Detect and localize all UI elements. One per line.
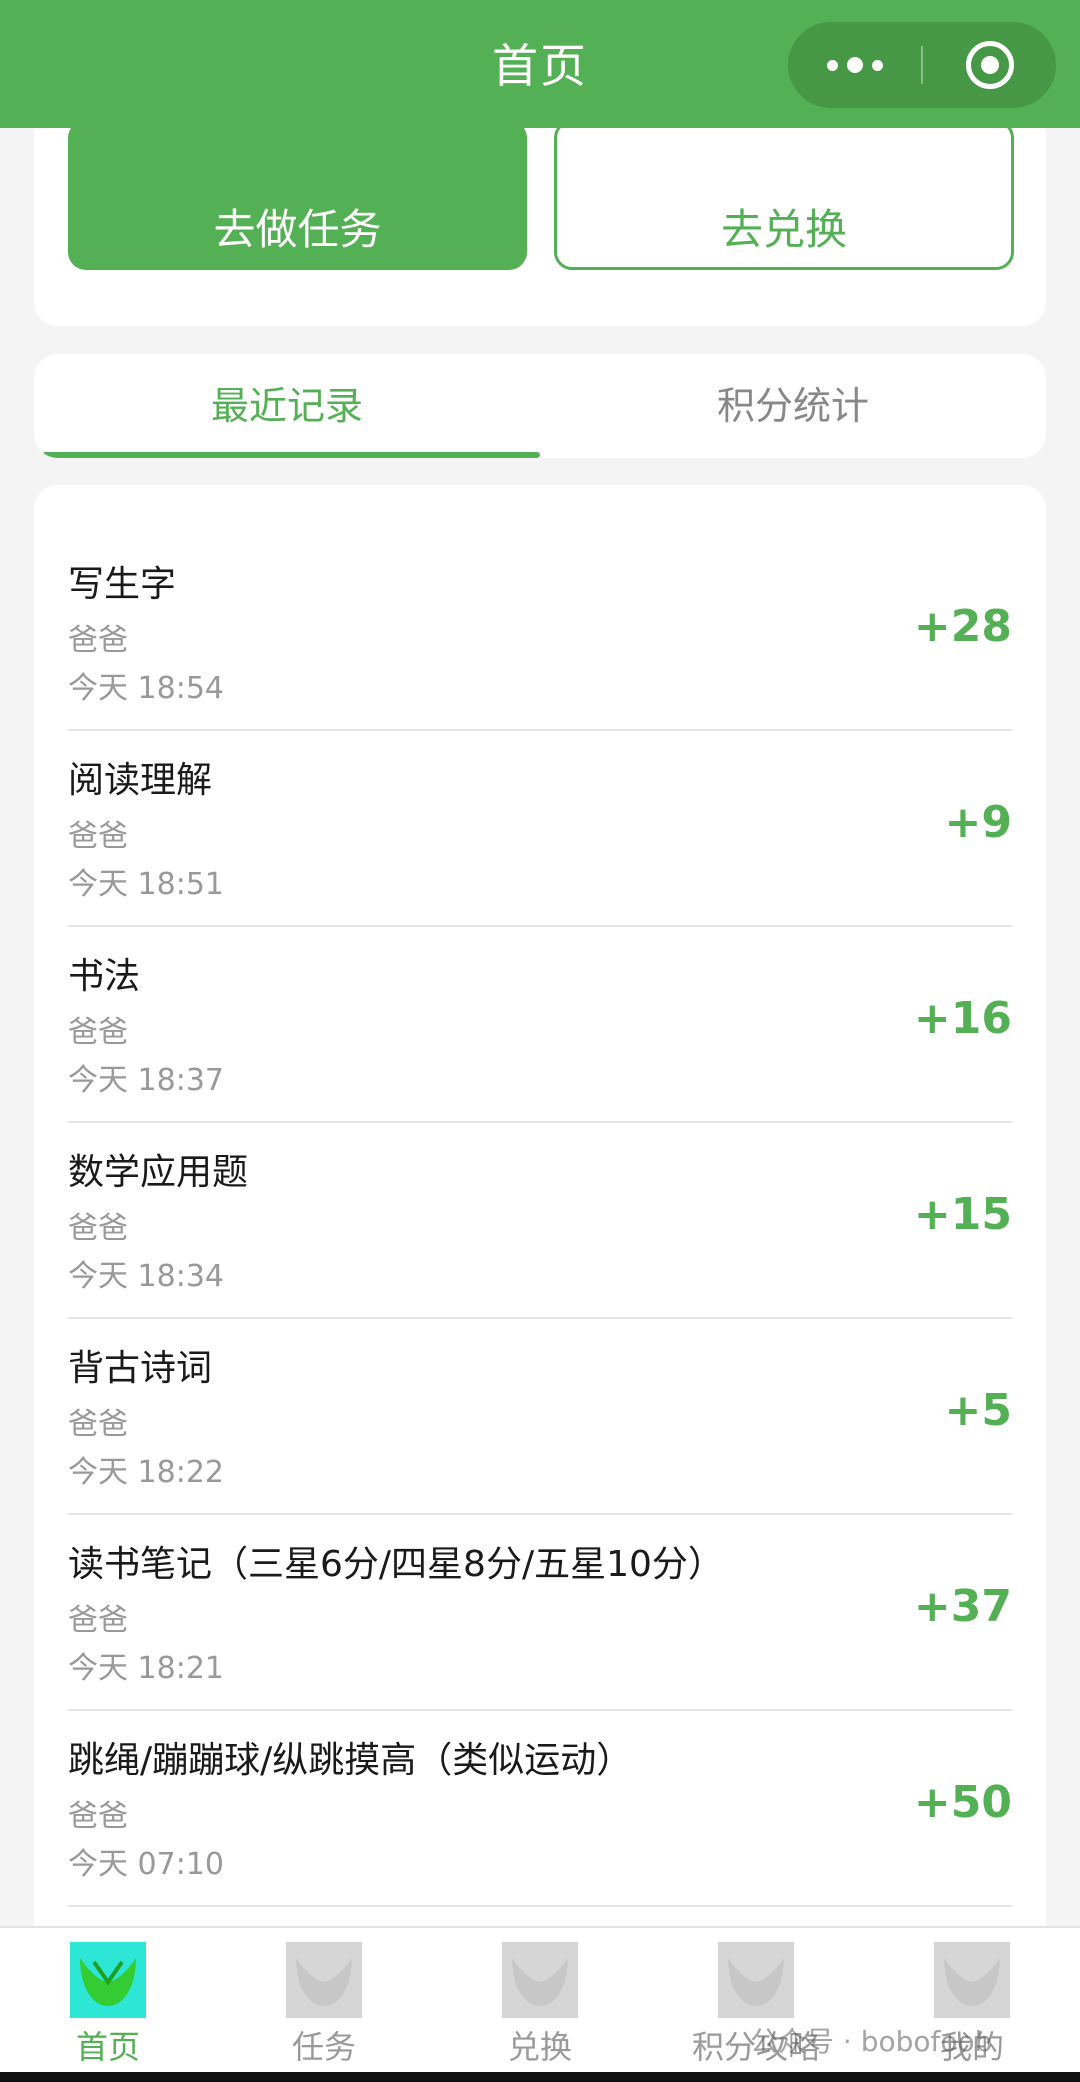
profile-icon xyxy=(934,1942,1010,2018)
nav-label: 首页 xyxy=(75,2028,140,2066)
exchange-icon xyxy=(502,1942,578,2018)
more-menu-button[interactable] xyxy=(788,22,921,108)
more-dots-icon xyxy=(871,59,883,71)
record-recorder: 爸爸 xyxy=(68,1407,128,1442)
record-task-name: 跳绳/蹦蹦球/纵跳摸高（类似运动） xyxy=(68,1740,633,1781)
record-task-name: 数学应用题 xyxy=(68,1152,249,1193)
close-mini-program-button[interactable] xyxy=(923,22,1056,108)
record-row[interactable]: 书法爸爸今天 18:37 +16 xyxy=(68,927,1012,1123)
record-row[interactable]: 阅读理解爸爸今天 18:51 +9 xyxy=(68,731,1012,927)
record-recorder: 爸爸 xyxy=(68,1015,128,1050)
target-circle-icon xyxy=(965,41,1014,89)
record-points: +16 xyxy=(913,993,1012,1044)
more-dots-icon xyxy=(846,57,863,73)
record-task-name: 写生字 xyxy=(68,564,177,605)
record-points: +37 xyxy=(913,1581,1012,1632)
active-tab-indicator xyxy=(42,452,540,458)
record-task-name: 背古诗词 xyxy=(68,1348,213,1389)
record-recorder: 爸爸 xyxy=(68,1211,128,1246)
record-time: 今天 18:21 xyxy=(68,1651,224,1686)
record-recorder: 爸爸 xyxy=(68,623,128,658)
record-time: 今天 18:51 xyxy=(68,867,224,902)
record-time: 今天 18:22 xyxy=(68,1455,224,1490)
tab-recent-records[interactable]: 最近记录 xyxy=(34,354,540,458)
more-dots-icon xyxy=(826,59,838,71)
record-recorder: 爸爸 xyxy=(68,1799,128,1834)
points-guide-icon xyxy=(718,1942,794,2018)
do-task-button[interactable]: 去做任务 xyxy=(68,120,527,270)
record-row[interactable]: 写生字爸爸今天 18:54 +28 xyxy=(68,535,1012,731)
top-navigation-bar: 首页 xyxy=(0,0,1080,128)
records-list: 写生字 爸爸 今天 18:54 +28 阅读理解 爸爸 今天 18:51 +9 书法 爸爸 今天 1… xyxy=(68,535,1012,1907)
record-points: +5 xyxy=(944,1385,1012,1436)
exchange-button[interactable]: 去兑换 xyxy=(554,120,1014,270)
system-bottom-bar xyxy=(0,2072,1080,2082)
nav-label: 兑换 xyxy=(507,2028,572,2066)
records-card: 写生字 爸爸 今天 18:54 +28 阅读理解 爸爸 今天 18:51 +9 书法 爸爸 今天 1… xyxy=(34,485,1046,2005)
record-recorder: 爸爸 xyxy=(68,819,128,854)
home-icon xyxy=(70,1942,146,2018)
nav-item[interactable]: 兑换 xyxy=(432,1942,648,2068)
record-points: +9 xyxy=(944,797,1012,848)
app-page: 首页 去做任务 去兑换 最近记录 积分统计 写生字 爸爸 今天 18:54 +28 阅读… xyxy=(0,0,1080,2082)
record-row[interactable]: 背古诗词爸爸今天 18:22 +5 xyxy=(68,1319,1012,1515)
record-time: 今天 18:37 xyxy=(68,1063,224,1098)
nav-label: 任务 xyxy=(291,2028,356,2066)
tab-points-stats[interactable]: 积分统计 xyxy=(540,354,1046,458)
record-row[interactable]: 读书笔记（三星6分/四星8分/五星10分） 爸爸今天 18:21 +37 xyxy=(68,1515,1012,1711)
record-row[interactable]: 数学应用题爸爸今天 18:34 +15 xyxy=(68,1123,1012,1319)
record-tabs: 最近记录 积分统计 xyxy=(34,354,1046,458)
record-points: +15 xyxy=(913,1189,1012,1240)
nav-item[interactable]: 首页 xyxy=(0,1942,216,2068)
record-time: 今天 18:54 xyxy=(68,671,224,706)
record-task-name: 阅读理解 xyxy=(68,760,213,801)
record-time: 今天 18:34 xyxy=(68,1259,224,1294)
nav-item[interactable]: 任务 xyxy=(216,1942,432,2068)
record-task-name: 读书笔记（三星6分/四星8分/五星10分） xyxy=(68,1544,724,1585)
mini-program-capsule xyxy=(788,22,1056,108)
record-task-name: 书法 xyxy=(68,956,141,997)
task-icon xyxy=(286,1942,362,2018)
record-time: 今天 07:10 xyxy=(68,1847,224,1882)
record-points: +28 xyxy=(913,601,1012,652)
record-recorder: 爸爸 xyxy=(68,1603,128,1638)
record-points: +50 xyxy=(913,1777,1012,1828)
record-row[interactable]: 跳绳/蹦蹦球/纵跳摸高（类似运动） 爸爸今天 07:10 +50 xyxy=(68,1711,1012,1907)
watermark: 公众号 · bobofoob xyxy=(750,2025,993,2058)
